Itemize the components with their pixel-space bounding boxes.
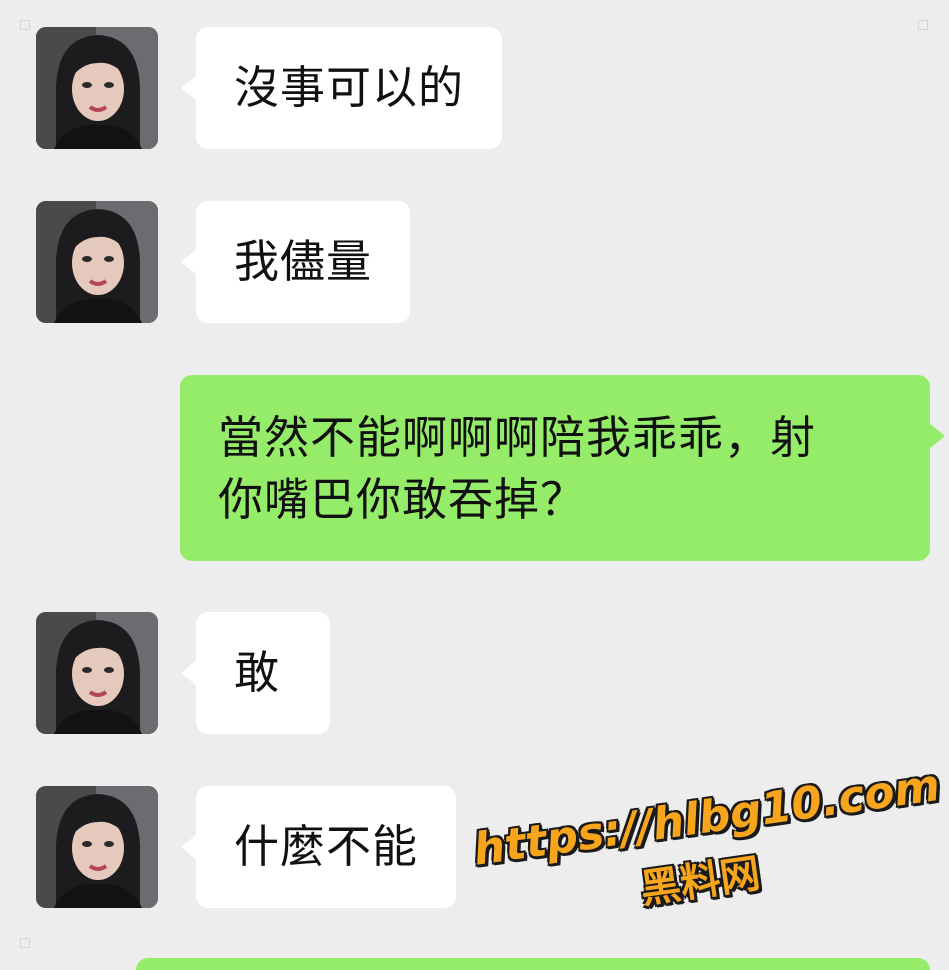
contact-avatar[interactable]: [36, 201, 158, 323]
message-text: 我儘量: [234, 235, 373, 288]
incoming-message-bubble[interactable]: 什麼不能: [180, 786, 457, 908]
corner-mark: [20, 938, 30, 948]
incoming-message-bubble[interactable]: 敢: [181, 612, 330, 734]
incoming-message-bubble[interactable]: 我儘量: [180, 201, 411, 323]
avatar-photo-icon: [36, 201, 158, 323]
contact-avatar[interactable]: [36, 612, 158, 734]
message-text: 敢: [234, 646, 281, 699]
message-text: 什麼不能: [234, 820, 419, 873]
message-text: 沒事可以的: [234, 61, 465, 114]
outgoing-message-bubble[interactable]: 當然不能啊啊啊陪我乖乖，射 你嘴巴你敢吞掉？: [180, 375, 945, 561]
avatar-photo-icon: [36, 786, 158, 908]
avatar-photo-icon: [36, 612, 158, 734]
contact-avatar[interactable]: [36, 27, 158, 149]
message-row-incoming: 沒事可以的: [0, 27, 949, 149]
message-text-line: 你嘴巴你敢吞掉？: [218, 473, 587, 526]
message-text-line: 當然不能啊啊啊陪我乖乖，射: [218, 411, 817, 464]
avatar-photo-icon: [36, 27, 158, 149]
message-row-incoming: 敢: [0, 612, 949, 734]
chat-message-list[interactable]: 沒事可以的 我儘量 當然不能啊啊啊陪我乖乖，射 你嘴巴你敢吞掉？ 敢 什麼不能 …: [0, 0, 949, 970]
message-row-incoming: 我儘量: [0, 201, 949, 323]
message-row-outgoing: [0, 958, 949, 970]
contact-avatar[interactable]: [36, 786, 158, 908]
incoming-message-bubble[interactable]: 沒事可以的: [180, 27, 503, 149]
message-row-outgoing: 當然不能啊啊啊陪我乖乖，射 你嘴巴你敢吞掉？: [0, 375, 949, 561]
